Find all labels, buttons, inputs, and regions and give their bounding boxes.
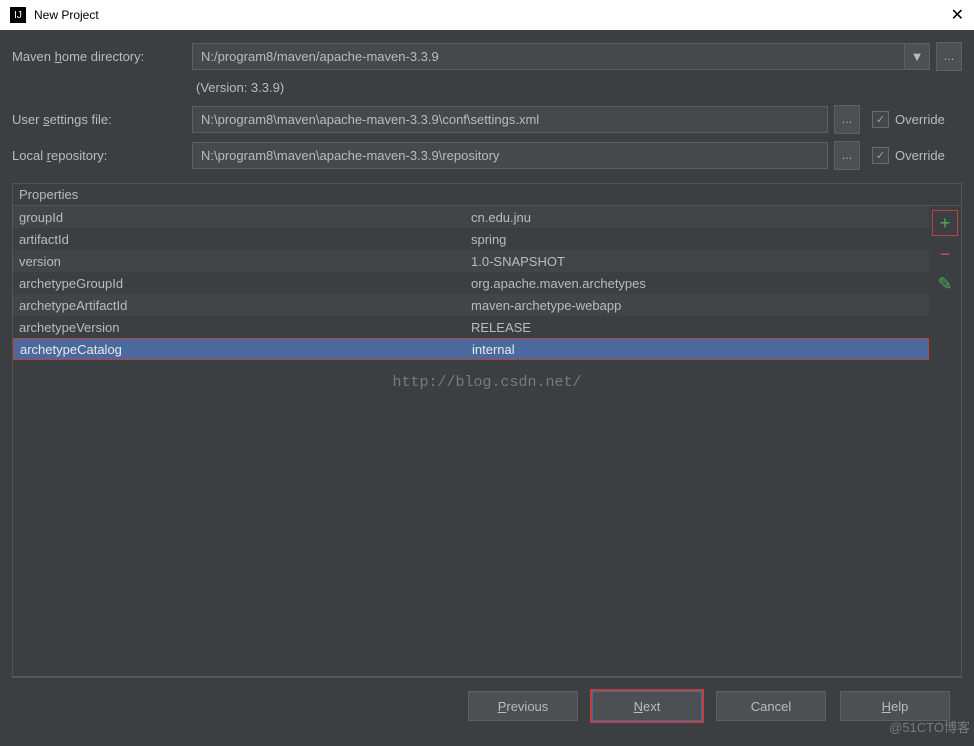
close-icon[interactable]: ✕ [951,5,964,25]
window-title: New Project [34,8,99,22]
user-settings-input[interactable] [192,106,828,133]
titlebar: IJ New Project ✕ [0,0,974,30]
local-repo-label: Local repository: [12,148,192,163]
table-row[interactable]: archetypeArtifactId maven-archetype-weba… [13,294,929,316]
next-button[interactable]: Next [592,691,702,721]
maven-home-row: Maven home directory: ▼ … [12,42,962,71]
local-repo-input[interactable] [192,142,828,169]
maven-home-browse-button[interactable]: … [936,42,962,71]
table-row[interactable]: archetypeVersion RELEASE [13,316,929,338]
app-icon: IJ [10,7,26,23]
properties-header: Properties [13,184,961,206]
user-settings-row: User settings file: … ✓ Override [12,105,962,134]
properties-panel: Properties groupId cn.edu.jnu artifactId… [12,183,962,677]
table-row[interactable]: archetypeGroupId org.apache.maven.archet… [13,272,929,294]
checkbox-checked-icon: ✓ [872,147,889,164]
remove-icon[interactable]: − [933,242,957,266]
local-repo-row: Local repository: … ✓ Override [12,141,962,170]
dialog-body: Maven home directory: ▼ … (Version: 3.3.… [0,30,974,746]
new-project-dialog: IJ New Project ✕ Maven home directory: ▼… [0,0,974,746]
maven-home-dropdown[interactable]: ▼ [905,43,930,70]
properties-table[interactable]: groupId cn.edu.jnu artifactId spring ver… [13,206,929,676]
checkbox-checked-icon: ✓ [872,111,889,128]
table-row[interactable]: artifactId spring [13,228,929,250]
maven-home-label: Maven home directory: [12,49,192,64]
local-repo-browse-button[interactable]: … [834,141,860,170]
dialog-footer: Previous Next Cancel Help [12,677,962,734]
maven-version-note: (Version: 3.3.9) [196,80,962,95]
table-row-selected[interactable]: archetypeCatalog internal [13,338,929,360]
user-settings-label: User settings file: [12,112,192,127]
add-icon[interactable]: + [932,210,958,236]
table-row[interactable]: groupId cn.edu.jnu [13,206,929,228]
watermark-text: http://blog.csdn.net/ [13,374,961,391]
local-repo-override[interactable]: ✓ Override [872,147,962,164]
edit-icon[interactable]: ✎ [933,272,957,296]
user-settings-browse-button[interactable]: … [834,105,860,134]
table-row[interactable]: version 1.0-SNAPSHOT [13,250,929,272]
maven-home-input[interactable] [192,43,905,70]
cancel-button[interactable]: Cancel [716,691,826,721]
help-button[interactable]: Help [840,691,950,721]
properties-toolbar: + − ✎ [929,206,961,676]
user-settings-override[interactable]: ✓ Override [872,111,962,128]
previous-button[interactable]: Previous [468,691,578,721]
